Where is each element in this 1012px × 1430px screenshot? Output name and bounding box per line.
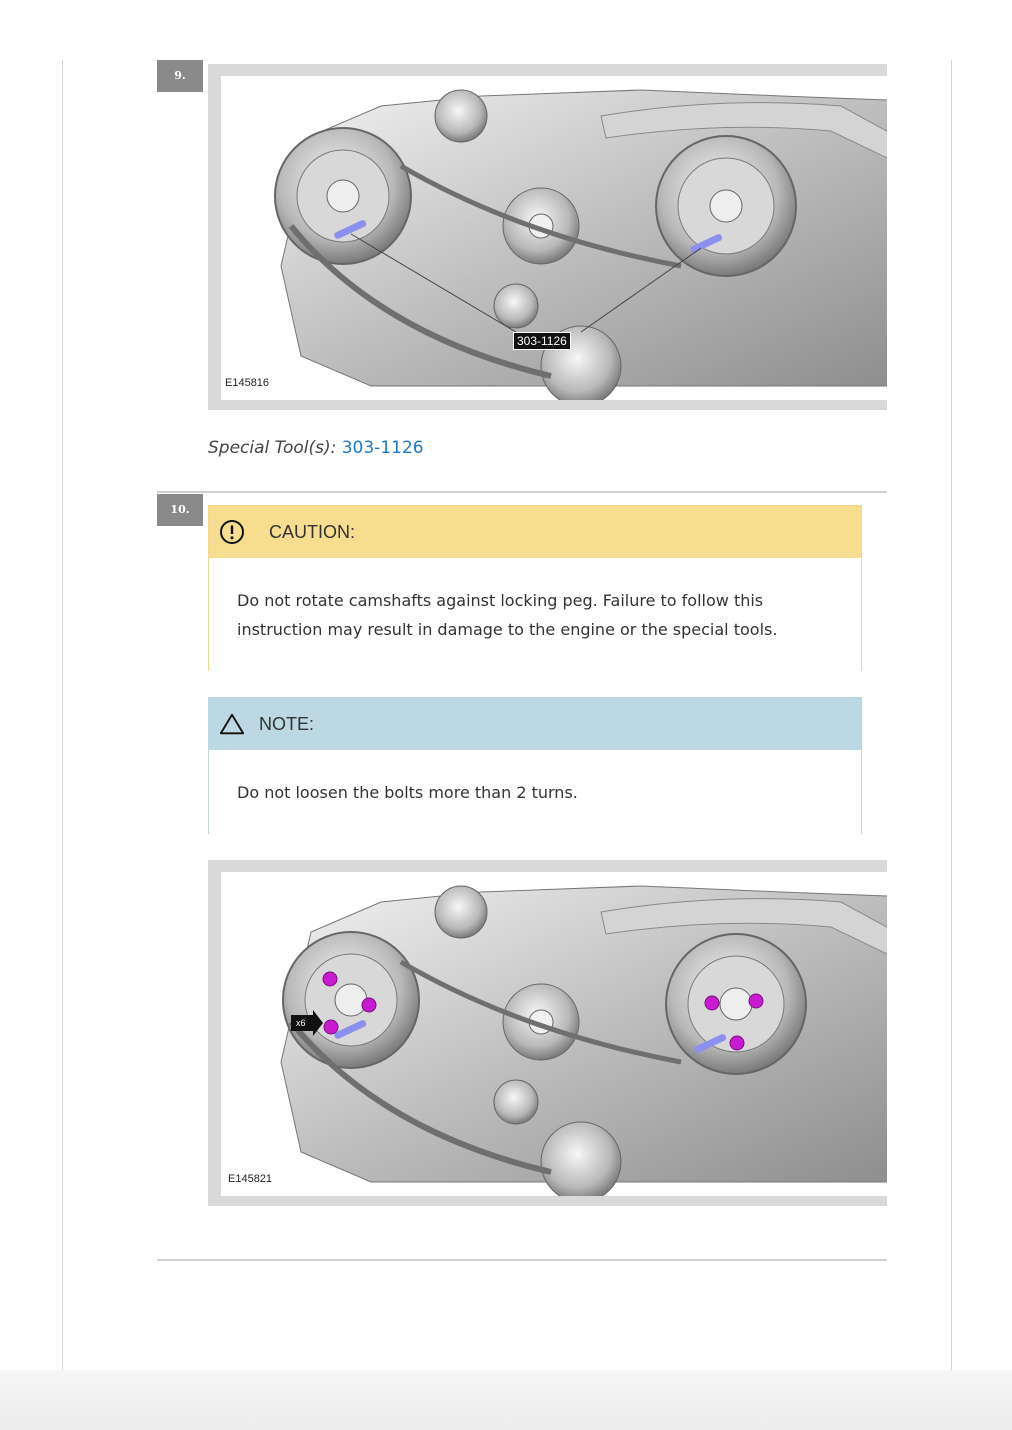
special-tools-line: Special Tool(s): 303-1126 xyxy=(208,438,424,458)
note-text: Do not loosen the bolts more than 2 turn… xyxy=(209,750,861,835)
tool-callout-label: 303-1126 xyxy=(513,332,571,350)
note-title: NOTE: xyxy=(259,713,315,734)
caution-box: CAUTION: Do not rotate camshafts against… xyxy=(208,505,862,672)
engine-bolts-illustration xyxy=(221,872,887,1196)
figure-id: E145821 xyxy=(228,1173,273,1185)
note-triangle-icon xyxy=(219,711,245,737)
engine-illustration xyxy=(221,76,887,400)
step-number-10: 10. xyxy=(157,494,203,526)
page-left-border xyxy=(62,60,63,1370)
caution-exclamation-icon xyxy=(219,519,245,545)
section-end-divider xyxy=(157,1259,887,1261)
special-tools-label: Special Tool(s): xyxy=(208,438,337,458)
step10-figure: x6 E145821 xyxy=(208,860,887,1206)
note-box: NOTE: Do not loosen the bolts more than … xyxy=(208,697,862,835)
step9-figure: 303-1126 E145816 xyxy=(208,64,887,410)
caution-title: CAUTION: xyxy=(269,521,356,542)
special-tool-link[interactable]: 303-1126 xyxy=(342,438,424,458)
caution-text: Do not rotate camshafts against locking … xyxy=(209,558,861,672)
page-right-border xyxy=(951,60,952,1370)
step-number-9: 9. xyxy=(157,60,203,92)
step-divider xyxy=(157,491,887,493)
bolt-quantity-label: x6 xyxy=(296,1018,306,1028)
viewer-bottom-bar xyxy=(0,1370,1012,1430)
figure-id: E145816 xyxy=(225,377,270,389)
